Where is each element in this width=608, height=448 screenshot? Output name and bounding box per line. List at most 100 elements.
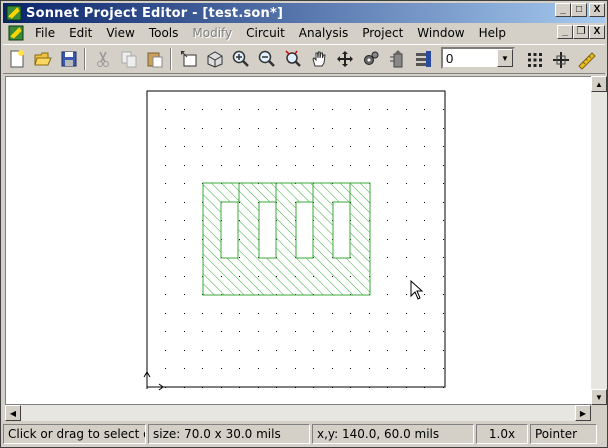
menu-modify[interactable]: Modify	[185, 26, 239, 40]
new-file-icon[interactable]	[5, 47, 29, 71]
grid-dot	[443, 257, 444, 258]
grid-dot	[184, 257, 185, 258]
status-mode: Pointer	[530, 424, 597, 444]
reference-plane-icon[interactable]	[549, 48, 573, 72]
scroll-down-button[interactable]: ▼	[591, 389, 607, 405]
grid-dot	[387, 350, 388, 351]
grid-dot	[424, 276, 425, 277]
grid-dot	[184, 313, 185, 314]
maximize-button[interactable]: □	[571, 3, 587, 17]
grid-dot	[369, 165, 370, 166]
grid-dot	[387, 202, 388, 203]
title-bar[interactable]: Sonnet Project Editor - [test.son*]	[3, 3, 605, 23]
ruler-icon[interactable]	[575, 48, 599, 72]
doc-minimize-button[interactable]: _	[557, 25, 573, 39]
grid-dot	[387, 294, 388, 295]
status-size: size: 70.0 x 30.0 mils	[148, 424, 310, 444]
doc-close-button[interactable]: X	[589, 25, 605, 39]
scroll-right-button[interactable]: ▶	[575, 405, 591, 421]
pan-hand-icon[interactable]	[307, 47, 331, 71]
grid-dot	[165, 294, 166, 295]
grid-dot	[406, 350, 407, 351]
minimize-button[interactable]: _	[555, 3, 571, 17]
grid-dot	[258, 165, 259, 166]
grid-dot	[406, 202, 407, 203]
paste-icon[interactable]	[143, 47, 167, 71]
move-icon[interactable]	[333, 47, 357, 71]
document-controls: _ ❐ X	[557, 25, 605, 39]
grid-dot	[239, 128, 240, 129]
menu-view[interactable]: View	[99, 26, 141, 40]
grid-dot	[369, 350, 370, 351]
grid-dot	[221, 387, 222, 388]
level-dropdown[interactable]: 0 ▼	[441, 47, 515, 69]
grid-dot	[406, 165, 407, 166]
save-icon[interactable]	[57, 47, 81, 71]
layer-stack-icon[interactable]	[411, 47, 435, 71]
grid-dot	[313, 109, 314, 110]
menu-project[interactable]: Project	[355, 26, 410, 40]
vertical-scrollbar[interactable]: ▲ ▼	[591, 76, 607, 405]
grid-dot	[184, 276, 185, 277]
grid-dot	[350, 368, 351, 369]
3d-view-icon[interactable]	[203, 47, 227, 71]
window-title: Sonnet Project Editor - [test.son*]	[26, 5, 284, 21]
scroll-left-button[interactable]: ◀	[5, 405, 21, 421]
menu-analysis[interactable]: Analysis	[292, 26, 355, 40]
grid-dot	[184, 146, 185, 147]
grid-dot	[313, 387, 314, 388]
scroll-up-button[interactable]: ▲	[591, 76, 607, 92]
grid-dot	[276, 165, 277, 166]
settings-gear-icon[interactable]	[359, 47, 383, 71]
grid-dot	[350, 128, 351, 129]
grid-dot	[387, 183, 388, 184]
chevron-down-icon[interactable]: ▼	[497, 49, 513, 67]
menu-window[interactable]: Window	[410, 26, 471, 40]
cut-icon[interactable]	[91, 47, 115, 71]
menu-file[interactable]: File	[28, 26, 62, 40]
level-value: 0	[446, 50, 454, 66]
toolbar: 0 ▼	[3, 44, 605, 74]
zoom-in-icon[interactable]	[229, 47, 253, 71]
horizontal-scrollbar[interactable]: ◀ ▶	[5, 405, 591, 421]
draw-rectangle-icon[interactable]	[177, 47, 201, 71]
grid-dot	[406, 146, 407, 147]
zoom-fit-icon[interactable]	[281, 47, 305, 71]
circuit-layout[interactable]	[6, 77, 591, 405]
grid-dot	[276, 146, 277, 147]
grid-dot	[332, 368, 333, 369]
grid-dot	[165, 128, 166, 129]
grid-dot	[276, 331, 277, 332]
layout-canvas[interactable]	[5, 76, 591, 405]
grid-dot	[202, 146, 203, 147]
grid-icon[interactable]	[523, 48, 547, 72]
open-folder-icon[interactable]	[31, 47, 55, 71]
menu-help[interactable]: Help	[472, 26, 513, 40]
grid-dot	[202, 109, 203, 110]
grid-dot	[313, 331, 314, 332]
zoom-out-icon[interactable]	[255, 47, 279, 71]
grid-dot	[295, 109, 296, 110]
document-icon[interactable]	[8, 25, 24, 41]
grid-dot	[424, 294, 425, 295]
grid-dot	[350, 331, 351, 332]
menu-tools[interactable]: Tools	[142, 26, 186, 40]
grid-dot	[221, 128, 222, 129]
app-window: Sonnet Project Editor - [test.son*] _ □ …	[0, 0, 608, 448]
grid-dot	[387, 368, 388, 369]
window-controls: _ □ X	[555, 3, 605, 17]
grid-dot	[184, 294, 185, 295]
grid-dot	[165, 239, 166, 240]
status-hint: Click or drag to select o	[3, 424, 146, 444]
via-up-icon[interactable]	[385, 47, 409, 71]
menu-edit[interactable]: Edit	[62, 26, 99, 40]
menu-circuit[interactable]: Circuit	[239, 26, 292, 40]
sonnet-app-icon	[6, 5, 22, 21]
grid-dot	[332, 146, 333, 147]
close-button[interactable]: X	[589, 3, 605, 17]
grid-dot	[258, 109, 259, 110]
grid-dot	[406, 368, 407, 369]
doc-restore-button[interactable]: ❐	[573, 25, 589, 39]
copy-icon[interactable]	[117, 47, 141, 71]
grid-dot	[424, 331, 425, 332]
